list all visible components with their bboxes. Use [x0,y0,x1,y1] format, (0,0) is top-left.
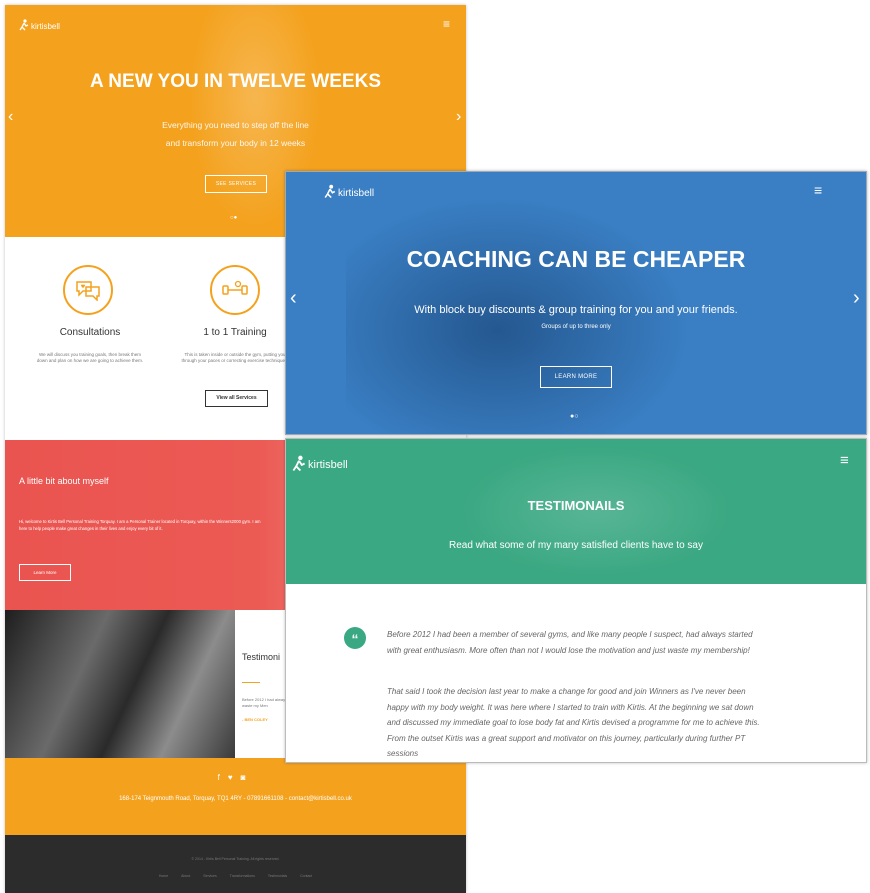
footer-nav-about[interactable]: About [181,874,190,878]
about-title: A little bit about myself [19,476,109,486]
testimonial-author: - BEN COLEY [242,717,268,722]
testimonial-preview-title: Testimoni [242,652,281,662]
footer-nav-transformations[interactable]: Transformations [230,874,255,878]
service-title-consultations: Consultations [59,327,121,338]
testimonials-header: kirtisbell ≡ TESTIMONAILS Read what some… [286,439,866,584]
logo[interactable]: kirtisbell [19,19,60,33]
service-desc-consultations: We will discuss you training goals, then… [36,352,144,363]
footer-nav: Home About Services Transformations Test… [5,874,466,878]
runner-logo-icon [324,184,336,202]
screenshot-testimonials-page: kirtisbell ≡ TESTIMONAILS Read what some… [285,438,867,763]
hero-subtitle-line1: Everything you need to step off the line [162,120,309,130]
logo[interactable]: kirtisbell [292,455,348,475]
hamburger-icon[interactable]: ≡ [443,17,450,31]
footer-bottom: © 2014 - Kirtis Bell Personal Training. … [5,835,466,893]
learn-more-button[interactable]: LEARN MORE [540,366,612,388]
footer-nav-home[interactable]: Home [159,874,168,878]
footer-nav-services[interactable]: Services [203,874,216,878]
see-services-button[interactable]: SEE SERVICES [205,175,267,193]
hamburger-icon[interactable]: ≡ [814,182,822,198]
learn-more-button[interactable]: Learn More [19,564,71,581]
logo-text: kirtisbell [308,459,348,471]
chat-heart-icon [63,265,113,315]
hero-title: A NEW YOU IN TWELVE WEEKS [90,71,381,92]
about-text: Hi, welcome to Kirtis Bell Personal Trai… [19,519,261,531]
quote-icon: “ [344,627,366,649]
hamburger-icon[interactable]: ≡ [840,452,849,469]
runner-logo-icon [292,455,306,475]
page-subtitle: Read what some of my many satisfied clie… [448,540,703,551]
slide-dots[interactable]: ○● [230,215,237,221]
twitter-icon[interactable]: ♥ [228,773,241,782]
next-slide-arrow-icon[interactable]: › [456,108,461,126]
screenshot-coaching-slide: kirtisbell ≡ COACHING CAN BE CHEAPER Wit… [285,171,867,435]
runner-logo-icon [19,19,29,33]
logo[interactable]: kirtisbell [324,184,374,202]
hero-note: Groups of up to three only [541,324,611,330]
logo-text: kirtisbell [338,187,375,199]
footer-address: 168-174 Teignmouth Road, Torquay, TQ1 4R… [119,796,352,802]
view-all-services-button[interactable]: View all Services [205,390,268,407]
dumbbell-icon [210,265,260,315]
prev-slide-arrow-icon[interactable]: ‹ [8,108,13,126]
copyright: © 2014 - Kirtis Bell Personal Training. … [191,857,280,861]
logo-text: kirtisbell [31,21,60,31]
footer-nav-testimonials[interactable]: Testimonials [268,874,287,878]
footer-contact: f♥◙ 168-174 Teignmouth Road, Torquay, TQ… [5,758,466,835]
prev-slide-arrow-icon[interactable]: ‹ [290,287,297,310]
social-links: f♥◙ [5,773,466,782]
testimonial-paragraph-1: Before 2012 I had been a member of sever… [387,630,753,655]
service-title-1to1: 1 to 1 Training [203,327,267,338]
hero-subtitle-line2: and transform your body in 12 weeks [165,138,306,148]
service-desc-1to1: This is taken inside or outside the gym,… [181,352,289,363]
slide-dots[interactable]: ●○ [570,413,578,420]
testimonial-paragraph-2: That said I took the decision last year … [387,687,760,758]
instagram-icon[interactable]: ◙ [241,773,254,782]
next-slide-arrow-icon[interactable]: › [853,287,860,310]
hero-subtitle: With block buy discounts & group trainin… [414,304,738,316]
page-title: TESTIMONAILS [527,498,625,513]
facebook-icon[interactable]: f [218,773,228,782]
gym-dumbbells-photo [5,610,235,758]
footer-nav-contact[interactable]: Contact [300,874,312,878]
hero-title: COACHING CAN BE CHEAPER [406,246,746,272]
divider [242,682,260,683]
